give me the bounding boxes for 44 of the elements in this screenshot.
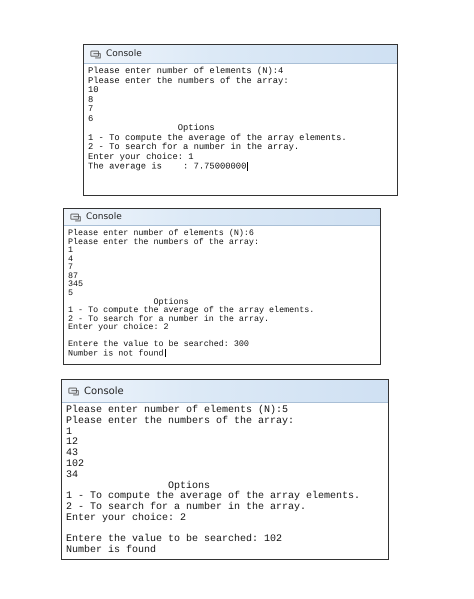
console-line: Please enter number of elements (N):6 <box>68 229 255 238</box>
console-line: 6 <box>88 114 94 124</box>
console-line: 8 <box>88 96 94 105</box>
console-icon <box>68 386 80 396</box>
console-tab[interactable]: Console <box>64 209 380 226</box>
console-tab[interactable]: Console <box>62 380 388 403</box>
console-heading: Options <box>168 482 212 492</box>
console-heading: Options <box>176 124 216 134</box>
console-line: The average is : 7.75000000 <box>88 162 250 172</box>
console-icon <box>90 50 102 58</box>
console-line: 12 <box>66 438 80 448</box>
console-line: 1 - To compute the average of the array elements. <box>66 492 362 502</box>
console-line: 1 <box>66 428 72 438</box>
console-icon <box>70 212 82 222</box>
console-line: Enter your choice: 1 <box>88 152 195 162</box>
console-line: Please enter the numbers of the array: <box>88 76 290 86</box>
console-line: Please enter number of elements (N):4 <box>88 67 284 76</box>
console-line: 2 - To search for a number in the array. <box>68 314 270 324</box>
console-line: 2 - To search for a number in the array. <box>66 503 308 514</box>
console-line: 10 <box>88 86 100 96</box>
console-line: Enter your choice: 2 <box>66 514 188 525</box>
console-line: Number is not found <box>68 348 166 358</box>
console-line: Please enter the numbers of the array: <box>68 238 260 246</box>
console-line: 1 - To compute the average of the array elements. <box>68 306 316 315</box>
console-line: Please enter number of elements (N):5 <box>66 406 290 416</box>
console-line: 7 <box>68 263 74 272</box>
console-line: Entere the value to be searched: 300 <box>68 340 250 349</box>
console-line: 1 <box>68 246 74 255</box>
console-line: 2 - To search for a number in the array. <box>88 143 300 152</box>
console-line: 5 <box>68 288 74 298</box>
console-line: 43 <box>66 449 78 460</box>
console-line: 1 - To compute the average of the array elements. <box>88 134 348 142</box>
console-line: 102 <box>66 460 86 470</box>
console-heading: Options <box>153 298 190 306</box>
console-tab[interactable]: Console <box>84 45 397 64</box>
console-line: Number is found <box>66 546 158 556</box>
console-line: Entere the value to be searched: 102 <box>66 534 284 545</box>
console-line: 34 <box>66 470 80 482</box>
console-line: 7 <box>88 105 94 114</box>
console-line: Enter your choice: 2 <box>68 323 170 332</box>
console-line: 87 <box>68 272 78 280</box>
console-line: Please enter the numbers of the array: <box>66 416 296 427</box>
console-line: 4 <box>68 254 74 264</box>
console-line: 345 <box>68 280 84 289</box>
